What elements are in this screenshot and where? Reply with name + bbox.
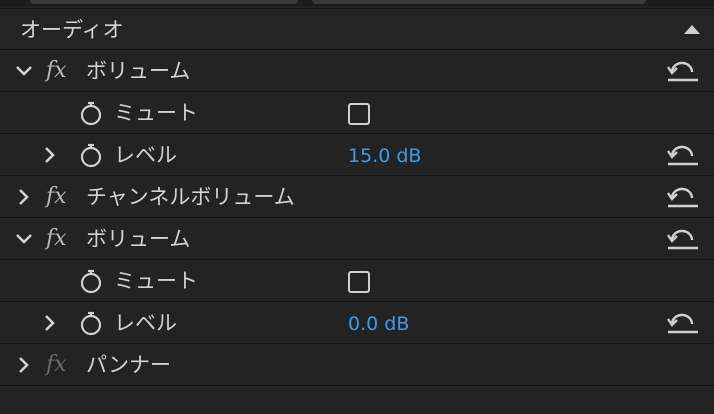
level-value[interactable]: 0.0 dB bbox=[348, 302, 409, 346]
reset-icon[interactable] bbox=[666, 58, 700, 84]
effect-name: チャンネルボリューム bbox=[86, 185, 295, 209]
mute-checkbox[interactable] bbox=[348, 271, 370, 293]
stopwatch-icon[interactable] bbox=[78, 142, 104, 168]
chevron-right-icon[interactable] bbox=[10, 176, 34, 218]
effect-row-volume-2[interactable]: fx ボリューム bbox=[0, 218, 714, 260]
chevron-right-icon[interactable] bbox=[36, 134, 60, 176]
audio-section-header[interactable]: オーディオ bbox=[0, 8, 714, 50]
fx-icon[interactable]: fx bbox=[46, 176, 67, 218]
toolbar-field-left[interactable] bbox=[30, 0, 298, 4]
reset-icon[interactable] bbox=[666, 226, 700, 252]
effect-name: ボリューム bbox=[86, 59, 191, 83]
stopwatch-icon[interactable] bbox=[78, 268, 104, 294]
chevron-down-icon[interactable] bbox=[10, 218, 34, 260]
level-value[interactable]: 15.0 dB bbox=[348, 134, 421, 178]
reset-icon[interactable] bbox=[666, 142, 700, 168]
param-name: レベル bbox=[114, 311, 177, 335]
param-name: ミュート bbox=[114, 269, 198, 293]
effect-name: パンナー bbox=[86, 353, 172, 377]
reset-icon[interactable] bbox=[666, 310, 700, 336]
chevron-right-icon[interactable] bbox=[10, 344, 34, 386]
effect-row-panner[interactable]: fx パンナー bbox=[0, 344, 714, 386]
toolbar-field-right[interactable] bbox=[312, 0, 646, 4]
effect-row-volume-1[interactable]: fx ボリューム bbox=[0, 50, 714, 92]
effect-row-channel-volume[interactable]: fx チャンネルボリューム bbox=[0, 176, 714, 218]
mute-checkbox[interactable] bbox=[348, 103, 370, 125]
chevron-down-icon[interactable] bbox=[10, 50, 34, 92]
fx-icon[interactable]: fx bbox=[46, 344, 67, 386]
param-row-mute-1: ミュート bbox=[0, 92, 714, 134]
param-name: レベル bbox=[114, 143, 177, 167]
stopwatch-icon[interactable] bbox=[78, 310, 104, 336]
chevron-right-icon[interactable] bbox=[36, 302, 60, 344]
fx-icon[interactable]: fx bbox=[46, 50, 67, 92]
collapse-triangle-icon[interactable] bbox=[684, 25, 700, 34]
param-row-mute-2: ミュート bbox=[0, 260, 714, 302]
stopwatch-icon[interactable] bbox=[78, 100, 104, 126]
top-toolbar-strip bbox=[0, 0, 714, 6]
fx-icon[interactable]: fx bbox=[46, 218, 67, 260]
effect-name: ボリューム bbox=[86, 227, 191, 251]
reset-icon[interactable] bbox=[666, 184, 700, 210]
section-title: オーディオ bbox=[20, 18, 124, 42]
param-row-level-1: レベル 15.0 dB bbox=[0, 134, 714, 176]
param-row-level-2: レベル 0.0 dB bbox=[0, 302, 714, 344]
param-name: ミュート bbox=[114, 101, 198, 125]
